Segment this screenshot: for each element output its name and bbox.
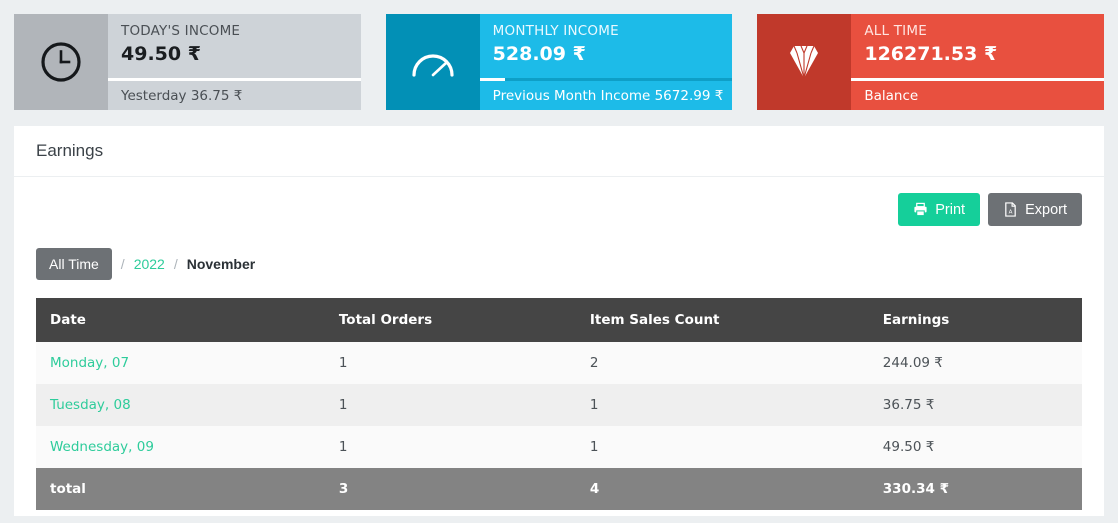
cell-total-label: total (36, 468, 329, 510)
stat-label: MONTHLY INCOME (493, 23, 733, 40)
cell-item-sales-count: 1 (580, 384, 873, 426)
table-header: Date Total Orders Item Sales Count Earni… (36, 298, 1082, 342)
breadcrumb-current-month: November (187, 256, 255, 272)
print-button[interactable]: Print (898, 193, 980, 226)
svg-text:A: A (1009, 210, 1013, 216)
stat-card-all-time: ALL TIME 126271.53 ₹ Balance (757, 14, 1104, 110)
column-header-date: Date (36, 298, 329, 342)
stat-body: TODAY'S INCOME 49.50 ₹ Yesterday 36.75 ₹ (108, 14, 361, 110)
stat-divider (108, 78, 361, 81)
cell-total-item-sales-count: 4 (580, 468, 873, 510)
print-button-label: Print (935, 202, 965, 218)
breadcrumb-year-link[interactable]: 2022 (134, 256, 165, 272)
cell-earnings: 244.09 ₹ (873, 342, 1082, 384)
stat-top: TODAY'S INCOME 49.50 ₹ (108, 14, 361, 78)
column-header-earnings: Earnings (873, 298, 1082, 342)
breadcrumb-separator: / (174, 256, 178, 272)
export-button-label: Export (1025, 202, 1067, 218)
stat-label: TODAY'S INCOME (121, 23, 361, 40)
cell-total-orders: 3 (329, 468, 580, 510)
table-row: Wednesday, 09 1 1 49.50 ₹ (36, 426, 1082, 468)
stat-label: ALL TIME (864, 23, 1104, 40)
breadcrumb-separator: / (121, 256, 125, 272)
table-body: Monday, 07 1 2 244.09 ₹ Tuesday, 08 1 1 … (36, 342, 1082, 510)
cell-total-earnings: 330.34 ₹ (873, 468, 1082, 510)
stat-value: 49.50 ₹ (121, 41, 361, 67)
cell-total-orders: 1 (329, 384, 580, 426)
export-button[interactable]: A Export (988, 193, 1082, 226)
stats-row: TODAY'S INCOME 49.50 ₹ Yesterday 36.75 ₹… (0, 0, 1118, 110)
date-link[interactable]: Tuesday, 08 (50, 397, 131, 413)
earnings-table: Date Total Orders Item Sales Count Earni… (36, 298, 1082, 510)
cell-item-sales-count: 1 (580, 426, 873, 468)
diamond-icon (757, 14, 851, 110)
stat-divider (851, 78, 1104, 81)
breadcrumb: All Time / 2022 / November (36, 248, 1082, 280)
column-header-item-sales-count: Item Sales Count (580, 298, 873, 342)
clock-icon (14, 14, 108, 110)
column-header-total-orders: Total Orders (329, 298, 580, 342)
table-total-row: total 3 4 330.34 ₹ (36, 468, 1082, 510)
stat-card-todays-income: TODAY'S INCOME 49.50 ₹ Yesterday 36.75 ₹ (14, 14, 361, 110)
panel-body: Print A Export All Time / 2022 / Novembe… (14, 177, 1104, 510)
cell-item-sales-count: 2 (580, 342, 873, 384)
date-link[interactable]: Wednesday, 09 (50, 439, 154, 455)
cell-total-orders: 1 (329, 342, 580, 384)
stat-top: MONTHLY INCOME 528.09 ₹ (480, 14, 733, 78)
cell-date: Tuesday, 08 (36, 384, 329, 426)
printer-icon (913, 202, 928, 217)
stat-body: ALL TIME 126271.53 ₹ Balance (851, 14, 1104, 110)
stat-body: MONTHLY INCOME 528.09 ₹ Previous Month I… (480, 14, 733, 110)
table-row: Monday, 07 1 2 244.09 ₹ (36, 342, 1082, 384)
gauge-icon (386, 14, 480, 110)
stat-card-monthly-income: MONTHLY INCOME 528.09 ₹ Previous Month I… (386, 14, 733, 110)
stat-footer: Yesterday 36.75 ₹ (108, 81, 361, 110)
panel-header: Earnings (14, 126, 1104, 177)
stat-value: 528.09 ₹ (493, 41, 733, 67)
cell-date: Monday, 07 (36, 342, 329, 384)
stat-divider (480, 78, 733, 81)
pdf-file-icon: A (1003, 202, 1018, 217)
date-link[interactable]: Monday, 07 (50, 355, 129, 371)
earnings-panel: Earnings Print A (14, 126, 1104, 516)
stat-footer: Balance (851, 81, 1104, 110)
table-row: Tuesday, 08 1 1 36.75 ₹ (36, 384, 1082, 426)
cell-earnings: 49.50 ₹ (873, 426, 1082, 468)
page-title: Earnings (36, 141, 103, 161)
cell-date: Wednesday, 09 (36, 426, 329, 468)
breadcrumb-all-time-button[interactable]: All Time (36, 248, 112, 280)
stat-footer: Previous Month Income 5672.99 ₹ (480, 81, 733, 110)
stat-value: 126271.53 ₹ (864, 41, 1104, 67)
cell-total-orders: 1 (329, 426, 580, 468)
stat-top: ALL TIME 126271.53 ₹ (851, 14, 1104, 78)
action-buttons: Print A Export (36, 193, 1082, 226)
table-header-row: Date Total Orders Item Sales Count Earni… (36, 298, 1082, 342)
cell-earnings: 36.75 ₹ (873, 384, 1082, 426)
